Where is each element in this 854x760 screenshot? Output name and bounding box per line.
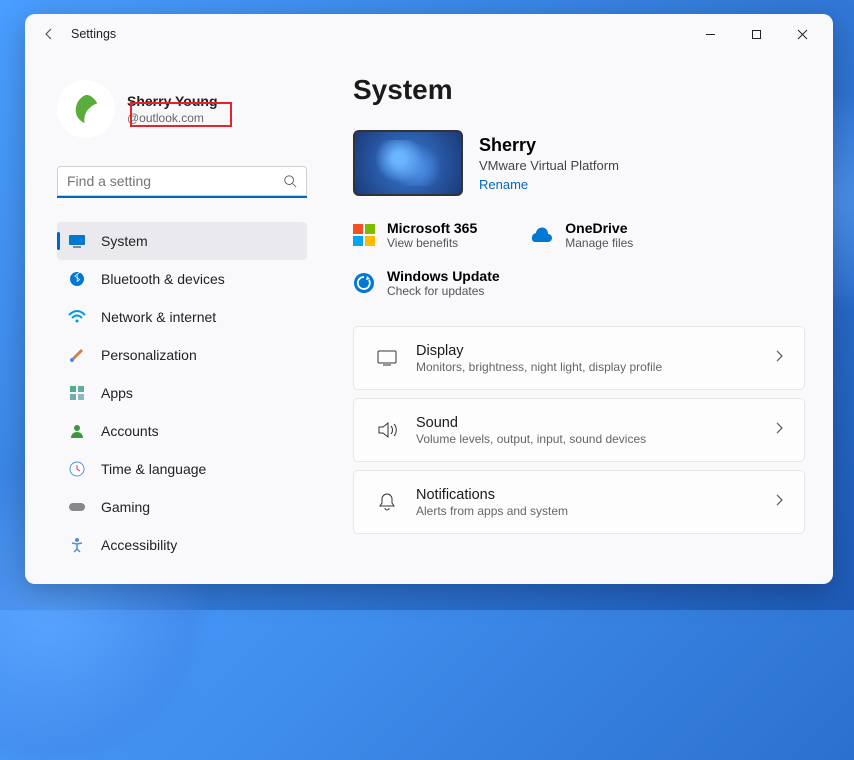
search-box[interactable]	[57, 166, 307, 198]
nav-label: Accessibility	[101, 537, 177, 553]
tile-windows-update[interactable]: Windows Update Check for updates	[353, 268, 805, 298]
tile-title: Microsoft 365	[387, 220, 477, 236]
accessibility-icon	[67, 535, 87, 555]
device-row: Sherry VMware Virtual Platform Rename	[353, 130, 805, 196]
tile-microsoft365[interactable]: Microsoft 365 View benefits	[353, 220, 477, 250]
nav-label: Time & language	[101, 461, 206, 477]
tile-title: Windows Update	[387, 268, 500, 284]
system-icon	[67, 231, 87, 251]
search-icon	[283, 174, 297, 193]
minimize-icon	[705, 29, 716, 40]
page-title: System	[353, 74, 805, 106]
nav-item-apps[interactable]: Apps	[57, 374, 307, 412]
tile-onedrive[interactable]: OneDrive Manage files	[527, 220, 633, 250]
card-title: Display	[416, 343, 774, 359]
back-arrow-icon	[41, 26, 57, 42]
gamepad-icon	[67, 497, 87, 517]
maximize-icon	[751, 29, 762, 40]
nav-label: System	[101, 233, 148, 249]
sound-icon	[374, 421, 400, 439]
chevron-right-icon	[774, 349, 784, 368]
minimize-button[interactable]	[687, 18, 733, 50]
main-panel: System Sherry VMware Virtual Platform Re…	[325, 54, 833, 584]
chevron-right-icon	[774, 421, 784, 440]
sidebar: Sherry Young @outlook.com System Bluetoo…	[25, 54, 325, 584]
avatar	[57, 80, 115, 138]
nav-label: Bluetooth & devices	[101, 271, 225, 287]
nav-item-personalization[interactable]: Personalization	[57, 336, 307, 374]
search-input[interactable]	[57, 166, 307, 198]
back-button[interactable]	[33, 18, 65, 50]
device-name: Sherry	[479, 135, 619, 156]
nav-label: Accounts	[101, 423, 159, 439]
wifi-icon	[67, 307, 87, 327]
chevron-right-icon	[774, 493, 784, 512]
tile-sub: Check for updates	[387, 284, 500, 298]
user-name: Sherry Young	[127, 93, 218, 109]
nav-label: Personalization	[101, 347, 197, 363]
card-sound[interactable]: SoundVolume levels, output, input, sound…	[353, 398, 805, 462]
card-sub: Volume levels, output, input, sound devi…	[416, 432, 774, 446]
user-email: @outlook.com	[127, 111, 218, 125]
user-account-row[interactable]: Sherry Young @outlook.com	[57, 80, 307, 138]
update-icon	[353, 272, 375, 294]
titlebar: Settings	[25, 14, 833, 54]
card-title: Sound	[416, 415, 774, 431]
maximize-button[interactable]	[733, 18, 779, 50]
nav-item-accessibility[interactable]: Accessibility	[57, 526, 307, 564]
nav-item-system[interactable]: System	[57, 222, 307, 260]
rename-link[interactable]: Rename	[479, 177, 619, 192]
nav-item-bluetooth[interactable]: Bluetooth & devices	[57, 260, 307, 298]
settings-window: Settings Sherry Young @outlook.com	[25, 14, 833, 584]
window-title: Settings	[71, 27, 116, 41]
leaf-icon	[69, 92, 103, 126]
nav-item-time[interactable]: Time & language	[57, 450, 307, 488]
tile-title: OneDrive	[565, 220, 633, 236]
card-sub: Monitors, brightness, night light, displ…	[416, 360, 774, 374]
device-thumbnail[interactable]	[353, 130, 463, 196]
person-icon	[67, 421, 87, 441]
tile-sub: Manage files	[565, 236, 633, 250]
brush-icon	[67, 345, 87, 365]
nav-item-network[interactable]: Network & internet	[57, 298, 307, 336]
display-icon	[374, 350, 400, 366]
card-notifications[interactable]: NotificationsAlerts from apps and system	[353, 470, 805, 534]
nav-list: System Bluetooth & devices Network & int…	[57, 222, 307, 564]
nav-label: Gaming	[101, 499, 150, 515]
microsoft-logo-icon	[353, 224, 375, 246]
nav-label: Network & internet	[101, 309, 216, 325]
tile-sub: View benefits	[387, 236, 477, 250]
bluetooth-icon	[67, 269, 87, 289]
card-sub: Alerts from apps and system	[416, 504, 774, 518]
nav-label: Apps	[101, 385, 133, 401]
clock-icon	[67, 459, 87, 479]
close-button[interactable]	[779, 18, 825, 50]
card-display[interactable]: DisplayMonitors, brightness, night light…	[353, 326, 805, 390]
cloud-icon	[527, 226, 553, 244]
nav-item-accounts[interactable]: Accounts	[57, 412, 307, 450]
apps-icon	[67, 383, 87, 403]
device-platform: VMware Virtual Platform	[479, 158, 619, 173]
bell-icon	[374, 492, 400, 512]
nav-item-gaming[interactable]: Gaming	[57, 488, 307, 526]
close-icon	[797, 29, 808, 40]
card-title: Notifications	[416, 487, 774, 503]
settings-cards: DisplayMonitors, brightness, night light…	[353, 326, 805, 534]
